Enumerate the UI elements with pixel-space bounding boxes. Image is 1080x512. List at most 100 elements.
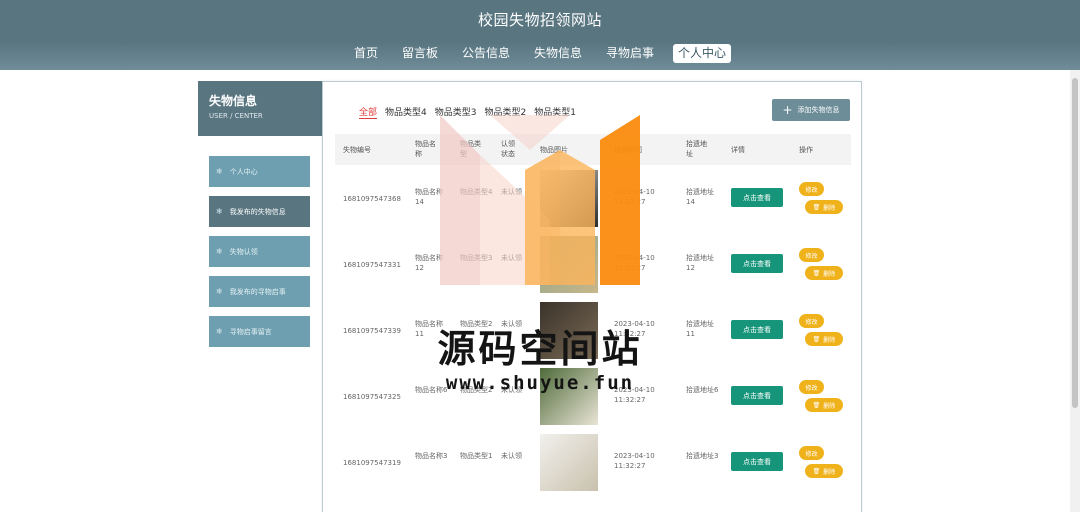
item-type: 物品类型1 <box>460 452 493 460</box>
nav-personal-center[interactable]: 个人中心 <box>673 44 732 63</box>
filter-type1[interactable]: 物品类型1 <box>534 105 576 119</box>
header-type: 物品类型 <box>460 140 481 158</box>
add-button-label: 添加失物信息 <box>797 106 840 114</box>
trash-icon: 🗑 <box>812 467 821 475</box>
item-name: 物品名称6 <box>415 386 448 394</box>
sidebar-item-my-lost-items[interactable]: ❄ 我发布的失物信息 <box>209 196 310 227</box>
item-time: 2023-04-10 11:32:27 <box>614 386 655 404</box>
table-body: 1681097547368 物品名称14 物品类型4 未认领 2023-04-10 11… <box>335 165 851 495</box>
sidebar-subtitle: USER / CENTER <box>209 112 263 120</box>
header-detail: 详情 <box>731 146 745 154</box>
view-detail-button[interactable]: 点击查看 <box>731 188 783 207</box>
header-id: 失物编号 <box>343 146 371 154</box>
item-photo <box>540 170 598 227</box>
delete-label: 删除 <box>823 402 836 410</box>
item-id: 1681097547319 <box>343 459 401 467</box>
lost-items-panel: 全部 物品类型4 物品类型3 物品类型2 物品类型1 + 添加失物信息 失物编号… <box>322 81 862 512</box>
header-time: 拾遗时间 <box>614 146 642 154</box>
sidebar-item-label: 个人中心 <box>229 167 258 176</box>
item-address: 拾遗地址3 <box>686 452 719 460</box>
edit-button[interactable]: 修改 <box>799 314 824 328</box>
snowflake-icon: ❄ <box>216 207 223 216</box>
item-id: 1681097547339 <box>343 327 401 335</box>
header-status: 认领状态 <box>501 140 515 158</box>
trash-icon: 🗑 <box>812 335 821 343</box>
item-photo <box>540 434 598 491</box>
trash-icon: 🗑 <box>812 203 821 211</box>
item-type: 物品类型2 <box>460 320 493 328</box>
delete-button[interactable]: 🗑 删除 <box>805 398 843 412</box>
view-detail-button[interactable]: 点击查看 <box>731 386 783 405</box>
item-name: 物品名称3 <box>415 452 448 460</box>
view-detail-button[interactable]: 点击查看 <box>731 452 783 471</box>
item-time: 2023-04-10 11:32:27 <box>614 188 655 206</box>
sidebar-item-label: 失物认领 <box>229 247 258 256</box>
sidebar-item-label: 寻物启事留言 <box>229 327 272 336</box>
snowflake-icon: ❄ <box>216 327 223 336</box>
item-status: 未认领 <box>501 386 522 394</box>
main-nav: 首页 留言板 公告信息 失物信息 寻物启事 个人中心 <box>0 44 1080 63</box>
header-address: 拾遗地址 <box>686 140 707 158</box>
page-scrollbar[interactable] <box>1070 70 1080 512</box>
sidebar-item-label: 我发布的失物信息 <box>229 207 286 216</box>
table-row: 1681097547319 物品名称3 物品类型1 未认领 2023-04-10 11:… <box>335 429 851 495</box>
delete-button[interactable]: 🗑 删除 <box>805 464 843 478</box>
item-time: 2023-04-10 11:32:27 <box>614 320 655 338</box>
item-photo <box>540 368 598 425</box>
delete-label: 删除 <box>823 336 836 344</box>
item-status: 未认领 <box>501 452 522 460</box>
filter-all[interactable]: 全部 <box>359 105 378 119</box>
item-type: 物品类型2 <box>460 386 493 394</box>
filter-type3[interactable]: 物品类型3 <box>435 105 477 119</box>
item-address: 拾遗地址12 <box>686 254 714 272</box>
item-id: 1681097547368 <box>343 195 401 203</box>
delete-label: 删除 <box>823 204 836 212</box>
site-title: 校园失物招领网站 <box>477 11 602 29</box>
delete-button[interactable]: 🗑 删除 <box>805 200 843 214</box>
scrollbar-thumb[interactable] <box>1072 78 1078 408</box>
trash-icon: 🗑 <box>812 269 821 277</box>
sidebar-title: 失物信息 <box>209 94 258 108</box>
item-photo <box>540 236 598 293</box>
sidebar-header: 失物信息 USER / CENTER <box>198 81 322 136</box>
snowflake-icon: ❄ <box>216 247 223 256</box>
filter-type4[interactable]: 物品类型4 <box>385 105 427 119</box>
add-lost-item-button[interactable]: + 添加失物信息 <box>772 99 850 121</box>
edit-button[interactable]: 修改 <box>799 446 824 460</box>
trash-icon: 🗑 <box>812 401 821 409</box>
edit-button[interactable]: 修改 <box>799 248 824 262</box>
sidebar-item-my-found-notices[interactable]: ❄ 我发布的寻物启事 <box>209 276 310 307</box>
edit-button[interactable]: 修改 <box>799 182 824 196</box>
item-photo <box>540 302 598 359</box>
delete-label: 删除 <box>823 270 836 278</box>
snowflake-icon: ❄ <box>216 287 223 296</box>
edit-button[interactable]: 修改 <box>799 380 824 394</box>
header-image: 物品图片 <box>540 146 568 154</box>
nav-lost-items[interactable]: 失物信息 <box>529 44 587 63</box>
item-address: 拾遗地址14 <box>686 188 714 206</box>
table-row: 1681097547331 物品名称12 物品类型3 未认领 2023-04-10 11… <box>335 231 851 297</box>
delete-button[interactable]: 🗑 删除 <box>805 332 843 346</box>
view-detail-button[interactable]: 点击查看 <box>731 254 783 273</box>
sidebar-item-claims[interactable]: ❄ 失物认领 <box>209 236 310 267</box>
delete-button[interactable]: 🗑 删除 <box>805 266 843 280</box>
view-detail-button[interactable]: 点击查看 <box>731 320 783 339</box>
sidebar-item-notice-messages[interactable]: ❄ 寻物启事留言 <box>209 316 310 347</box>
nav-found-notices[interactable]: 寻物启事 <box>601 44 659 63</box>
item-time: 2023-04-10 11:32:27 <box>614 254 655 272</box>
table-header: 失物编号 物品名称 物品类型 认领状态 物品图片 拾遗时间 拾遗地址 详情 操作 <box>335 134 851 165</box>
sidebar-item-label: 我发布的寻物启事 <box>229 287 286 296</box>
nav-announcements[interactable]: 公告信息 <box>457 44 515 63</box>
item-name: 物品名称11 <box>415 320 443 338</box>
item-type: 物品类型4 <box>460 188 493 196</box>
item-status: 未认领 <box>501 320 522 328</box>
nav-message-board[interactable]: 留言板 <box>397 44 443 63</box>
item-address: 拾遗地址11 <box>686 320 714 338</box>
category-filters: 全部 物品类型4 物品类型3 物品类型2 物品类型1 <box>359 105 576 119</box>
item-status: 未认领 <box>501 188 522 196</box>
nav-home[interactable]: 首页 <box>349 44 383 63</box>
filter-type2[interactable]: 物品类型2 <box>484 105 526 119</box>
header-name: 物品名称 <box>415 140 436 158</box>
sidebar-item-personal-center[interactable]: ❄ 个人中心 <box>209 156 310 187</box>
table-row: 1681097547368 物品名称14 物品类型4 未认领 2023-04-10 11… <box>335 165 851 231</box>
